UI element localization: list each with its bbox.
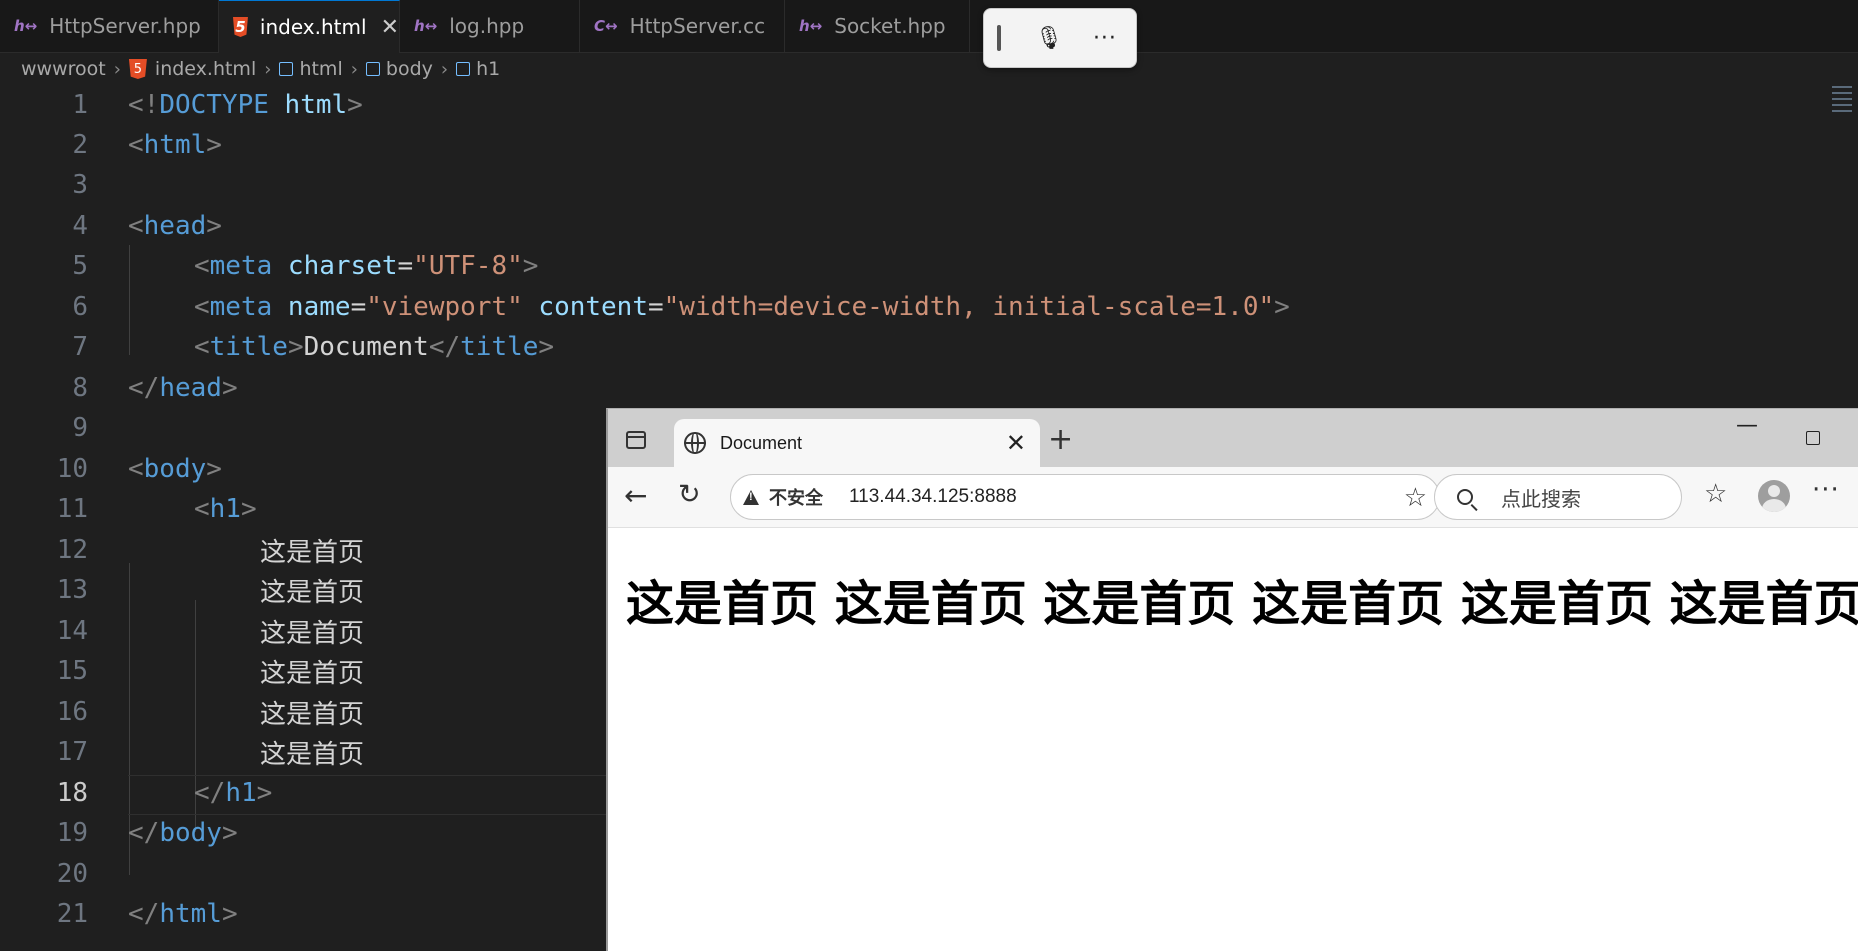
close-tab-icon[interactable]: ✕ [1006,429,1026,457]
breadcrumb: wwwroot › 5 index.html › html › body › h… [0,53,1858,85]
tab-socket-hpp[interactable]: h↔ Socket.hpp [785,0,970,52]
search-box[interactable]: 点此搜索 [1434,474,1682,520]
globe-icon [684,432,706,454]
profile-avatar[interactable] [1758,480,1790,512]
tab-label: log.hpp [449,14,525,38]
line-number: 6 [72,292,88,322]
microphone-icon[interactable]: 🎙 [1035,26,1063,51]
minimize-button[interactable]: — [1736,413,1758,438]
line-number: 12 [56,535,88,565]
tab-httpserver-cc[interactable]: C↔ HttpServer.cc [580,0,785,52]
symbol-element-icon [365,62,380,76]
favorites-icon[interactable]: ☆ [1704,479,1727,509]
voice-typing-toolbar: 🎙 ··· [983,8,1137,68]
code-line: 5 <meta charset="UTF-8"> [0,246,1858,286]
browser-tab-document[interactable]: Document ✕ [674,419,1040,467]
chevron-right-icon: › [440,58,449,80]
line-number: 10 [56,454,88,484]
new-tab-button[interactable]: + [1048,425,1073,455]
code-line: 7 <title>Document</title> [0,327,1858,367]
back-arrow-icon[interactable]: ← [624,479,647,512]
line-number: 14 [56,616,88,646]
browser-toolbar: ← ↻ 不安全 113.44.34.125:8888 ☆ 点此搜索 ☆ ··· [608,467,1858,528]
tab-label: HttpServer.cc [629,14,766,38]
line-number: 11 [56,494,88,524]
symbol-element-icon [456,62,471,76]
breadcrumb-item-body[interactable]: body [386,58,433,80]
tab-label: HttpServer.hpp [49,14,201,38]
line-number: 18 [56,778,88,808]
reload-icon[interactable]: ↻ [678,479,701,510]
breadcrumb-item-index-html[interactable]: index.html [155,58,256,80]
tab-actions-icon[interactable] [626,431,646,449]
minimap[interactable] [1832,86,1852,122]
html5-icon: 5 [128,59,147,79]
line-number: 19 [56,818,88,848]
tab-httpserver-hpp[interactable]: h↔ HttpServer.hpp [0,0,219,52]
line-number: 7 [72,332,88,362]
browser-tab-title: Document [720,432,803,453]
url-text[interactable]: 113.44.34.125:8888 [849,486,1017,508]
code-line: 8 </head> [0,368,1858,408]
line-number: 21 [56,899,88,929]
tab-label: index.html [259,15,367,39]
browser-window: Document ✕ + — ← ↻ 不安全 113.44.34.125:888… [606,408,1858,951]
favorite-star-icon[interactable]: ☆ [1404,482,1427,513]
breadcrumb-item-wwwroot[interactable]: wwwroot [21,58,106,80]
symbol-element-icon [279,62,294,76]
web-page-content: 这是首页 这是首页 这是首页 这是首页 这是首页 这是首页 [608,528,1858,951]
tab-log-hpp[interactable]: h↔ log.hpp [400,0,580,52]
h-header-icon: h↔ [414,17,438,35]
line-number: 20 [56,859,88,889]
page-heading: 这是首页 这是首页 这是首页 这是首页 这是首页 这是首页 [626,576,1858,632]
tab-index-html[interactable]: 5 index.html ✕ [219,0,400,53]
search-icon [1457,489,1473,505]
code-line: 4 <head> [0,206,1858,246]
chevron-right-icon: › [264,58,272,80]
code-line: 2 <html> [0,125,1858,165]
drag-handle[interactable] [997,25,1001,51]
chevron-right-icon: › [350,58,358,80]
browser-menu-icon[interactable]: ··· [1812,475,1840,505]
line-number: 8 [72,373,88,403]
line-number: 17 [56,737,88,767]
close-icon[interactable]: ✕ [381,15,399,40]
cpp-icon: C↔ [594,17,618,35]
line-number: 1 [72,90,88,120]
code-line: 1 <!DOCTYPE html> [0,85,1858,125]
search-placeholder: 点此搜索 [1501,486,1581,511]
line-number: 4 [72,211,88,241]
not-secure-label[interactable]: 不安全 [769,484,823,510]
warning-icon[interactable] [743,489,759,505]
editor-tab-bar: h↔ HttpServer.hpp 5 index.html ✕ h↔ log.… [0,0,1858,53]
h-header-icon: h↔ [799,17,823,35]
code-line: 6 <meta name="viewport" content="width=d… [0,287,1858,327]
line-number: 9 [72,413,88,443]
more-options-icon[interactable]: ··· [1093,26,1117,51]
line-number: 5 [72,251,88,281]
breadcrumb-item-h1[interactable]: h1 [476,58,500,80]
html5-icon: 5 [233,17,248,37]
line-number: 16 [56,697,88,727]
breadcrumb-item-html[interactable]: html [299,58,342,80]
line-number: 3 [72,170,88,200]
line-number: 15 [56,656,88,686]
address-bar[interactable]: 不安全 113.44.34.125:8888 ☆ [730,474,1440,520]
chevron-right-icon: › [113,58,121,80]
browser-tab-strip: Document ✕ + — [608,409,1858,467]
maximize-button[interactable] [1806,431,1820,445]
h-header-icon: h↔ [14,17,38,35]
tab-label: Socket.hpp [834,14,946,38]
code-line: 3 [0,165,1858,205]
line-number: 2 [72,130,88,160]
line-number: 13 [56,575,88,605]
